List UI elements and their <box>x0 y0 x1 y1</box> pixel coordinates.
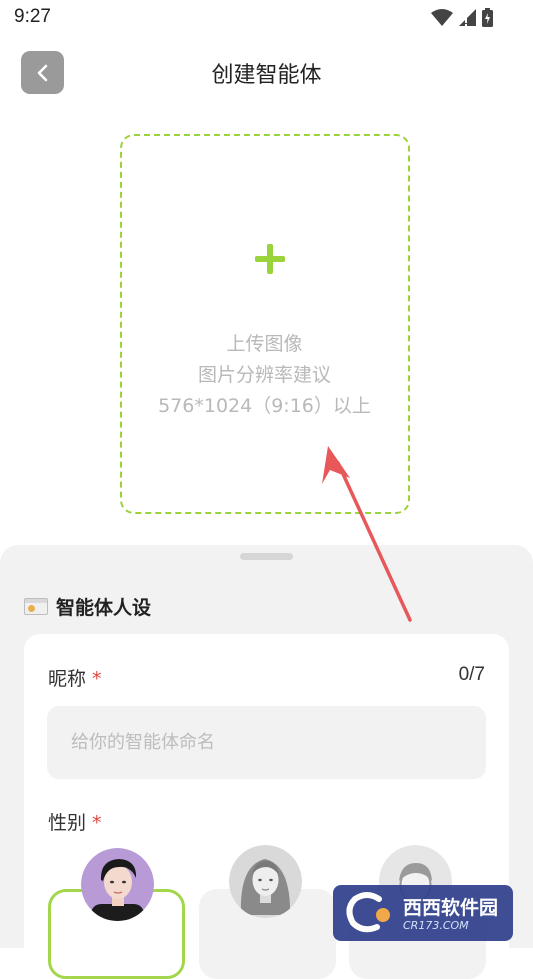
gender-option-female[interactable] <box>199 845 336 979</box>
upload-title: 上传图像 <box>226 333 303 355</box>
female-avatar <box>229 845 302 918</box>
required-mark: * <box>92 812 102 834</box>
section-title-label: 智能体人设 <box>56 597 152 619</box>
status-time: 9:27 <box>14 6 51 27</box>
upload-hint: 上传图像 图片分辨率建议 576*1024（9:16）以上 <box>122 329 407 422</box>
gender-option-male[interactable] <box>48 848 185 979</box>
battery-icon <box>482 8 493 27</box>
sheet-drag-handle[interactable] <box>240 553 293 560</box>
watermark-brand: 西西软件园 <box>403 897 499 919</box>
nickname-input[interactable] <box>47 706 486 779</box>
upload-image-box[interactable]: 上传图像 图片分辨率建议 576*1024（9:16）以上 <box>120 134 410 514</box>
id-card-icon <box>24 598 48 615</box>
wifi-icon <box>431 9 453 26</box>
nickname-label-text: 昵称 <box>48 668 87 690</box>
signal-icon <box>459 9 476 26</box>
plus-icon <box>255 244 285 274</box>
page-title: 创建智能体 <box>211 63 322 88</box>
male-avatar <box>81 848 154 921</box>
upload-hint-line2: 576*1024（9:16）以上 <box>158 395 371 417</box>
status-icons <box>431 8 493 27</box>
nickname-char-count: 0/7 <box>458 664 485 685</box>
watermark-url: CR173.COM <box>403 919 469 932</box>
section-title: 智能体人设 <box>24 593 151 620</box>
upload-hint-line1: 图片分辨率建议 <box>197 364 331 386</box>
watermark-logo: 西西软件园 CR173.COM <box>333 885 513 941</box>
status-bar: 9:27 <box>0 0 533 36</box>
required-mark: * <box>92 668 102 690</box>
gender-label: 性别 * <box>48 808 102 835</box>
nickname-label: 昵称 * <box>48 664 102 691</box>
gender-label-text: 性别 <box>48 812 87 834</box>
watermark-emblem <box>346 892 390 933</box>
